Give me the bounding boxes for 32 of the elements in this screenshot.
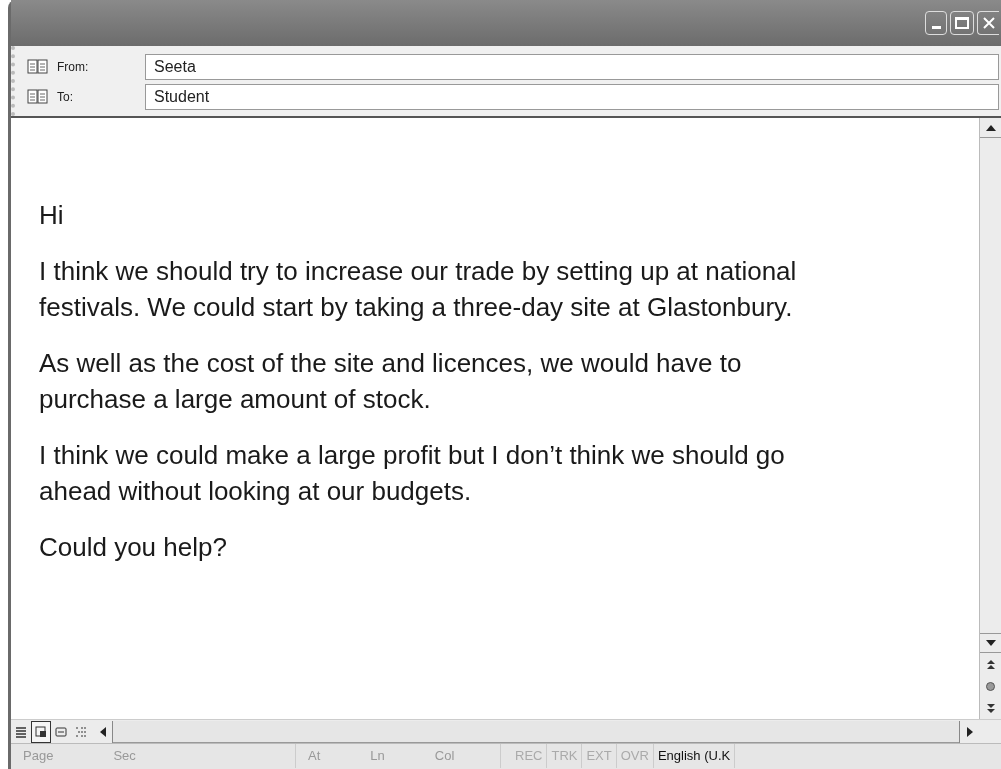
close-button[interactable] xyxy=(977,11,999,35)
address-field[interactable]: Student xyxy=(145,84,999,110)
scroll-down-button[interactable] xyxy=(980,633,1001,653)
status-indicator[interactable]: EXT xyxy=(582,744,617,768)
status-indicator[interactable]: English (U.K xyxy=(653,744,736,768)
right-arrow-icon xyxy=(966,726,973,737)
status-text: Sec xyxy=(113,747,136,766)
down-arrow-icon xyxy=(985,640,996,646)
maximize-button[interactable] xyxy=(950,11,974,35)
status-text: Ln xyxy=(370,747,385,766)
message-paragraph: As well as the cost of the site and licences, we would have to purchase a large amount of stock. xyxy=(39,347,743,416)
address-field[interactable]: Seeta xyxy=(145,54,999,80)
status-indicator[interactable]: REC xyxy=(511,744,548,768)
minimize-button[interactable] xyxy=(925,11,947,35)
up-arrow-icon xyxy=(985,124,996,131)
address-book-icon[interactable] xyxy=(27,59,49,75)
message-body[interactable] xyxy=(11,118,979,719)
address-book-icon[interactable] xyxy=(27,89,49,105)
field-label: To: xyxy=(57,89,74,106)
message-paragraph: I think we could make a large profit but I don’t think we should go ahead without looking at our budgets. xyxy=(39,439,786,508)
status-text: Page xyxy=(23,747,54,766)
left-arrow-icon xyxy=(99,726,106,737)
status-indicator[interactable]: TRK xyxy=(547,744,583,768)
message-paragraph: I think we should try to increase our trade by setting up at national festivals. We could start by taking a three-day site at Glastonbury. xyxy=(39,255,798,324)
print-layout-icon[interactable] xyxy=(31,720,51,743)
status-indicator[interactable]: OVR xyxy=(616,744,654,768)
message-paragraph: Could you help? xyxy=(39,531,228,564)
message-paragraph: Hi xyxy=(39,199,65,232)
status-text: Col xyxy=(434,747,455,766)
field-label: From: xyxy=(57,59,90,76)
status-text: At xyxy=(308,747,321,766)
close-icon xyxy=(981,16,996,30)
